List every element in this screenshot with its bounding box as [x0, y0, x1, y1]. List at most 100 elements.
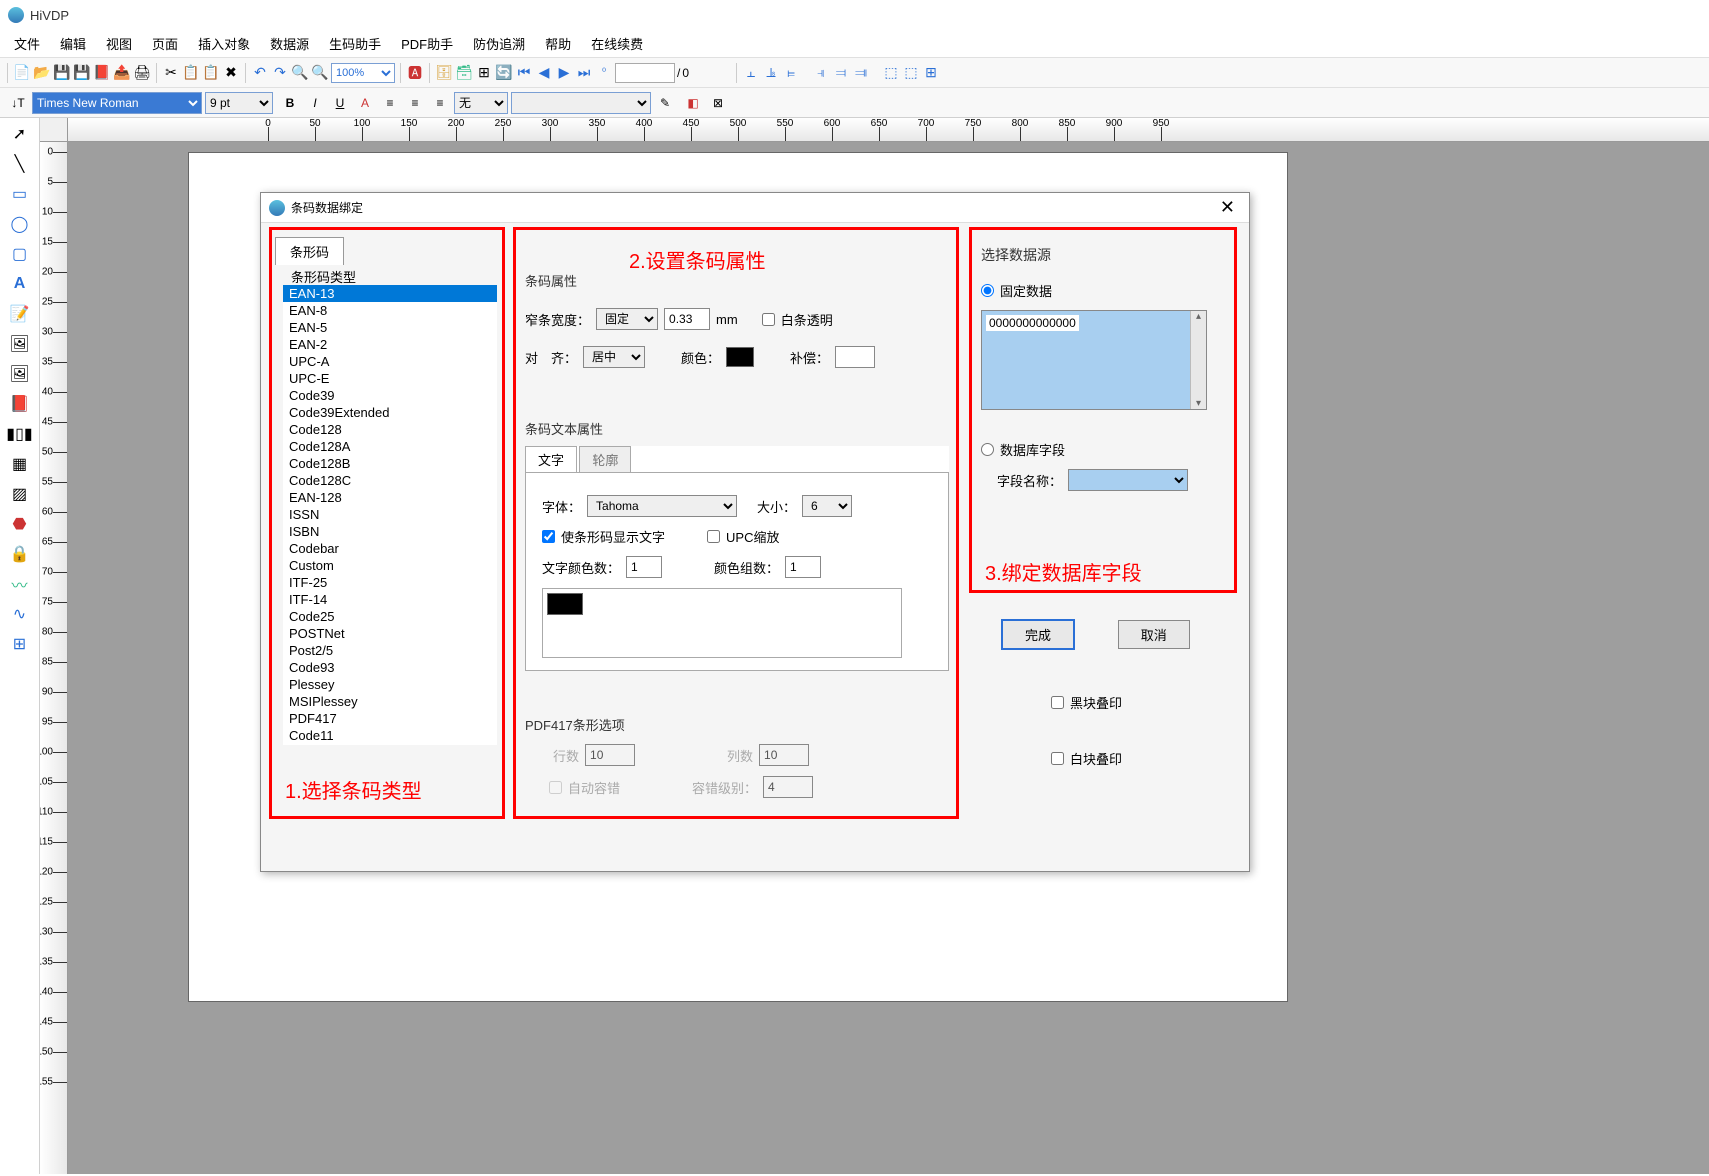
save-as-icon[interactable]: 💾	[73, 64, 91, 82]
export-pdf-icon[interactable]: 📕	[93, 64, 111, 82]
sub-tab-text[interactable]: 文字	[525, 446, 577, 472]
text-align-left-icon[interactable]: ≡	[379, 92, 401, 114]
barcode-type-item[interactable]: Code11	[283, 727, 497, 744]
close-icon[interactable]: ✕	[1214, 197, 1241, 218]
barcode-type-list[interactable]: EAN-13EAN-8EAN-5EAN-2UPC-AUPC-ECode39Cod…	[283, 285, 497, 745]
align-bottom-icon[interactable]: ⫥	[852, 64, 870, 82]
security-tool-icon[interactable]: 🔒	[8, 542, 32, 566]
datamatrix-tool-icon[interactable]: ▨	[8, 482, 32, 506]
barcode-tool-icon[interactable]: ▮▯▮	[8, 422, 32, 446]
barcode-type-item[interactable]: UPC-A	[283, 353, 497, 370]
italic-button[interactable]: I	[304, 92, 326, 114]
barcode-color-swatch[interactable]	[726, 347, 754, 367]
zoom-out-icon[interactable]: 🔍	[311, 64, 329, 82]
upc-scale-checkbox[interactable]	[707, 530, 720, 543]
menu-item[interactable]: 页面	[142, 30, 188, 57]
barcode-type-item[interactable]: EAN-2	[283, 336, 497, 353]
barcode-type-item[interactable]: ITF-14	[283, 591, 497, 608]
menu-item[interactable]: 帮助	[535, 30, 581, 57]
bold-button[interactable]: B	[279, 92, 301, 114]
rounded-rect-tool-icon[interactable]: ▢	[8, 242, 32, 266]
curve-tool-icon[interactable]: ∿	[8, 602, 32, 626]
delete-icon[interactable]: ✖	[222, 64, 240, 82]
font-size-select[interactable]: 9 pt	[205, 92, 273, 114]
distribute-v-icon[interactable]: ⬚	[902, 64, 920, 82]
menu-item[interactable]: 数据源	[260, 30, 319, 57]
paste-icon[interactable]: 📋	[202, 64, 220, 82]
wrap-select[interactable]: 无	[454, 92, 508, 114]
barcode-type-item[interactable]: Code39	[283, 387, 497, 404]
barcode-type-item[interactable]: EAN-13	[283, 285, 497, 302]
undo-icon[interactable]: ↶	[251, 64, 269, 82]
text-font-select[interactable]: Tahoma	[587, 495, 737, 517]
image2-tool-icon[interactable]: 🖼	[8, 362, 32, 386]
next-record-icon[interactable]: ▶	[555, 64, 573, 82]
db-edit-icon[interactable]: 🗃	[455, 64, 473, 82]
ellipse-tool-icon[interactable]: ◯	[8, 212, 32, 236]
first-record-icon[interactable]: ⏮	[515, 64, 533, 82]
barcode-type-item[interactable]: ISSN	[283, 506, 497, 523]
save-icon[interactable]: 💾	[53, 64, 71, 82]
zoom-in-icon[interactable]: 🔍	[291, 64, 309, 82]
text-color-swatch[interactable]	[547, 593, 583, 615]
cancel-button[interactable]: 取消	[1118, 620, 1190, 649]
barcode-type-item[interactable]: Code39Extended	[283, 404, 497, 421]
distribute-h-icon[interactable]: ⬚	[882, 64, 900, 82]
underline-button[interactable]: U	[329, 92, 351, 114]
border-style-select[interactable]	[511, 92, 651, 114]
fixed-data-radio[interactable]	[981, 284, 994, 297]
text-align-center-icon[interactable]: ≡	[404, 92, 426, 114]
menu-item[interactable]: 防伪追溯	[463, 30, 535, 57]
last-record-icon[interactable]: ⏭	[575, 64, 593, 82]
align-center-h-icon[interactable]: ⫡	[762, 64, 780, 82]
menu-item[interactable]: 生码助手	[319, 30, 391, 57]
prev-record-icon[interactable]: ◀	[535, 64, 553, 82]
zoom-select[interactable]: 100%	[331, 63, 395, 83]
database-icon[interactable]: 🗄	[435, 64, 453, 82]
record-current-input[interactable]	[615, 63, 675, 83]
rect-tool-icon[interactable]: ▭	[8, 182, 32, 206]
barcode-type-item[interactable]: Custom	[283, 557, 497, 574]
edit-text-tool-icon[interactable]: 📝	[8, 302, 32, 326]
text-direction-icon[interactable]: ↓T	[7, 92, 29, 114]
barcode-type-item[interactable]: Code128A	[283, 438, 497, 455]
align-right-icon[interactable]: ⫢	[782, 64, 800, 82]
text-size-select[interactable]: 6	[802, 495, 852, 517]
barcode-type-item[interactable]: Code25	[283, 608, 497, 625]
barcode-type-item[interactable]: POSTNet	[283, 625, 497, 642]
barcode-type-item[interactable]: Code128	[283, 421, 497, 438]
align-top-icon[interactable]: ⫣	[812, 64, 830, 82]
white-transparent-checkbox[interactable]	[762, 313, 775, 326]
barcode-type-item[interactable]: Codebar	[283, 540, 497, 557]
text-colors-input[interactable]	[626, 556, 662, 578]
barcode-type-item[interactable]: Code128B	[283, 455, 497, 472]
text-align-right-icon[interactable]: ≡	[429, 92, 451, 114]
export-icon[interactable]: 📤	[113, 64, 131, 82]
align-left-icon[interactable]: ⫠	[742, 64, 760, 82]
menu-item[interactable]: 插入对象	[188, 30, 260, 57]
barcode-type-item[interactable]: Code128C	[283, 472, 497, 489]
db-field-radio[interactable]	[981, 443, 994, 456]
font-color-button[interactable]: A	[354, 92, 376, 114]
barcode-type-item[interactable]: Code93	[283, 659, 497, 676]
align-select[interactable]: 居中	[583, 346, 645, 368]
border-color-icon[interactable]: ✎	[654, 92, 676, 114]
tab-barcode[interactable]: 条形码	[275, 237, 344, 265]
fixed-data-textarea[interactable]: 0000000000000 ▴ ▾	[981, 310, 1207, 410]
pdf-tool-icon[interactable]: 📕	[8, 392, 32, 416]
ok-button[interactable]: 完成	[1001, 619, 1075, 650]
barcode-type-item[interactable]: Post2/5	[283, 642, 497, 659]
barcode-type-item[interactable]: EAN-128	[283, 489, 497, 506]
white-overprint-checkbox[interactable]	[1051, 752, 1064, 765]
menu-item[interactable]: PDF助手	[391, 30, 463, 57]
barcode-type-item[interactable]: MSIPlessey	[283, 693, 497, 710]
barcode-type-item[interactable]: PDF417	[283, 710, 497, 727]
sub-tab-outline[interactable]: 轮廓	[579, 446, 631, 472]
barcode-type-item[interactable]: EAN-8	[283, 302, 497, 319]
color-groups-input[interactable]	[785, 556, 821, 578]
offset-input[interactable]	[835, 346, 875, 368]
cut-icon[interactable]: ✂	[162, 64, 180, 82]
barcode-type-item[interactable]: ISBN	[283, 523, 497, 540]
qrcode-tool-icon[interactable]: ▦	[8, 452, 32, 476]
redo-icon[interactable]: ↷	[271, 64, 289, 82]
